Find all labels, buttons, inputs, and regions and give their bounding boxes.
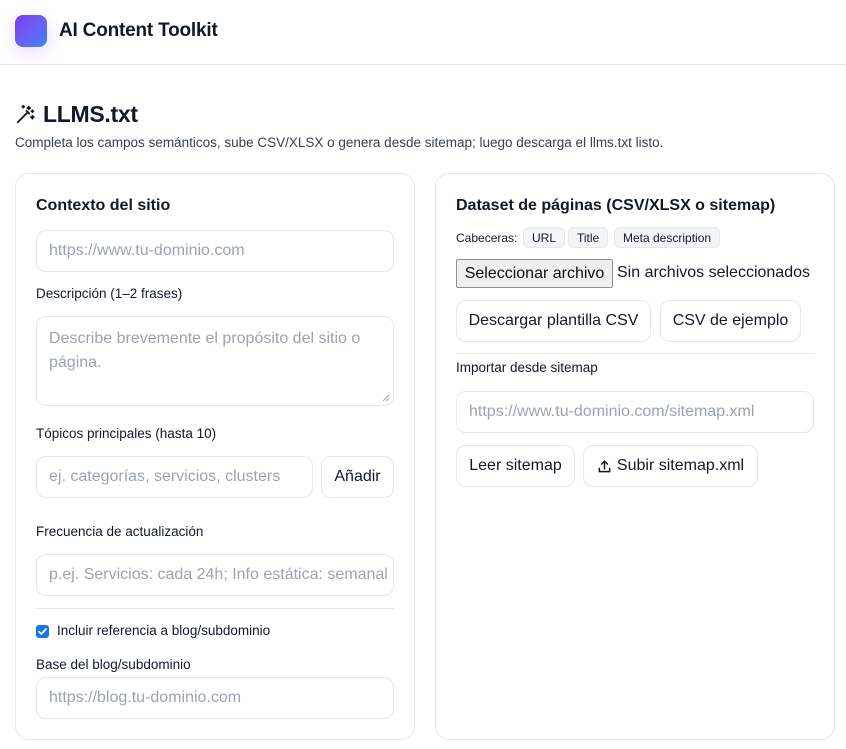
upload-sitemap-label: Subir sitemap.xml: [616, 457, 745, 474]
download-template-button[interactable]: Descargar plantilla CSV: [456, 300, 651, 342]
topics-label: Tópicos principales (hasta 10): [36, 426, 217, 441]
select-file-button[interactable]: Seleccionar archivo: [456, 259, 613, 288]
sitemap-label: Importar desde sitemap: [456, 360, 598, 375]
blog-base-label: Base del blog/subdominio: [36, 657, 191, 672]
divider: [36, 608, 394, 609]
header-tag-meta-description: Meta description: [614, 227, 721, 248]
sitemap-url-input[interactable]: https://www.tu-dominio.com/sitemap.xml: [456, 391, 814, 433]
dataset-title: Dataset de páginas (CSV/XLSX o sitemap): [456, 197, 776, 214]
read-sitemap-button[interactable]: Leer sitemap: [456, 445, 575, 487]
check-icon: [38, 628, 47, 635]
frequency-label: Frecuencia de actualización: [36, 524, 204, 539]
headers-label: Cabeceras:: [456, 231, 518, 245]
top-bar: AI Content Toolkit: [0, 0, 846, 65]
blog-base-input[interactable]: https://blog.tu-dominio.com: [36, 677, 394, 719]
description-placeholder: Describe brevemente el propósito del sit…: [49, 330, 361, 371]
app-title: AI Content Toolkit: [59, 20, 218, 41]
app-logo: [15, 15, 47, 47]
site-url-input[interactable]: https://www.tu-dominio.com: [36, 230, 394, 272]
divider: [456, 353, 814, 354]
frequency-input[interactable]: p.ej. Servicios: cada 24h; Info estática…: [36, 554, 394, 596]
resize-handle-icon[interactable]: [382, 394, 390, 402]
page-heading: LLMS.txt: [15, 100, 138, 128]
description-textarea[interactable]: Describe brevemente el propósito del sit…: [36, 316, 394, 406]
description-label: Descripción (1–2 frases): [36, 286, 183, 301]
file-status: Sin archivos seleccionados: [617, 264, 810, 281]
page-subtitle: Completa los campos semánticos, sube CSV…: [15, 135, 664, 150]
include-blog-label[interactable]: Incluir referencia a blog/subdominio: [57, 623, 270, 638]
header-tag-url: URL: [523, 227, 566, 248]
topics-input[interactable]: ej. categorías, servicios, clusters: [36, 456, 313, 498]
magic-wand-icon: [16, 104, 35, 124]
include-blog-checkbox[interactable]: [36, 625, 49, 638]
header-tag-title: Title: [568, 227, 609, 248]
sample-csv-button[interactable]: CSV de ejemplo: [660, 300, 801, 342]
add-topic-button[interactable]: Añadir: [321, 456, 394, 498]
site-context-title: Contexto del sitio: [36, 197, 171, 214]
upload-sitemap-button[interactable]: Subir sitemap.xml: [583, 445, 758, 487]
page-title: LLMS.txt: [43, 100, 138, 127]
upload-icon: [598, 459, 611, 472]
